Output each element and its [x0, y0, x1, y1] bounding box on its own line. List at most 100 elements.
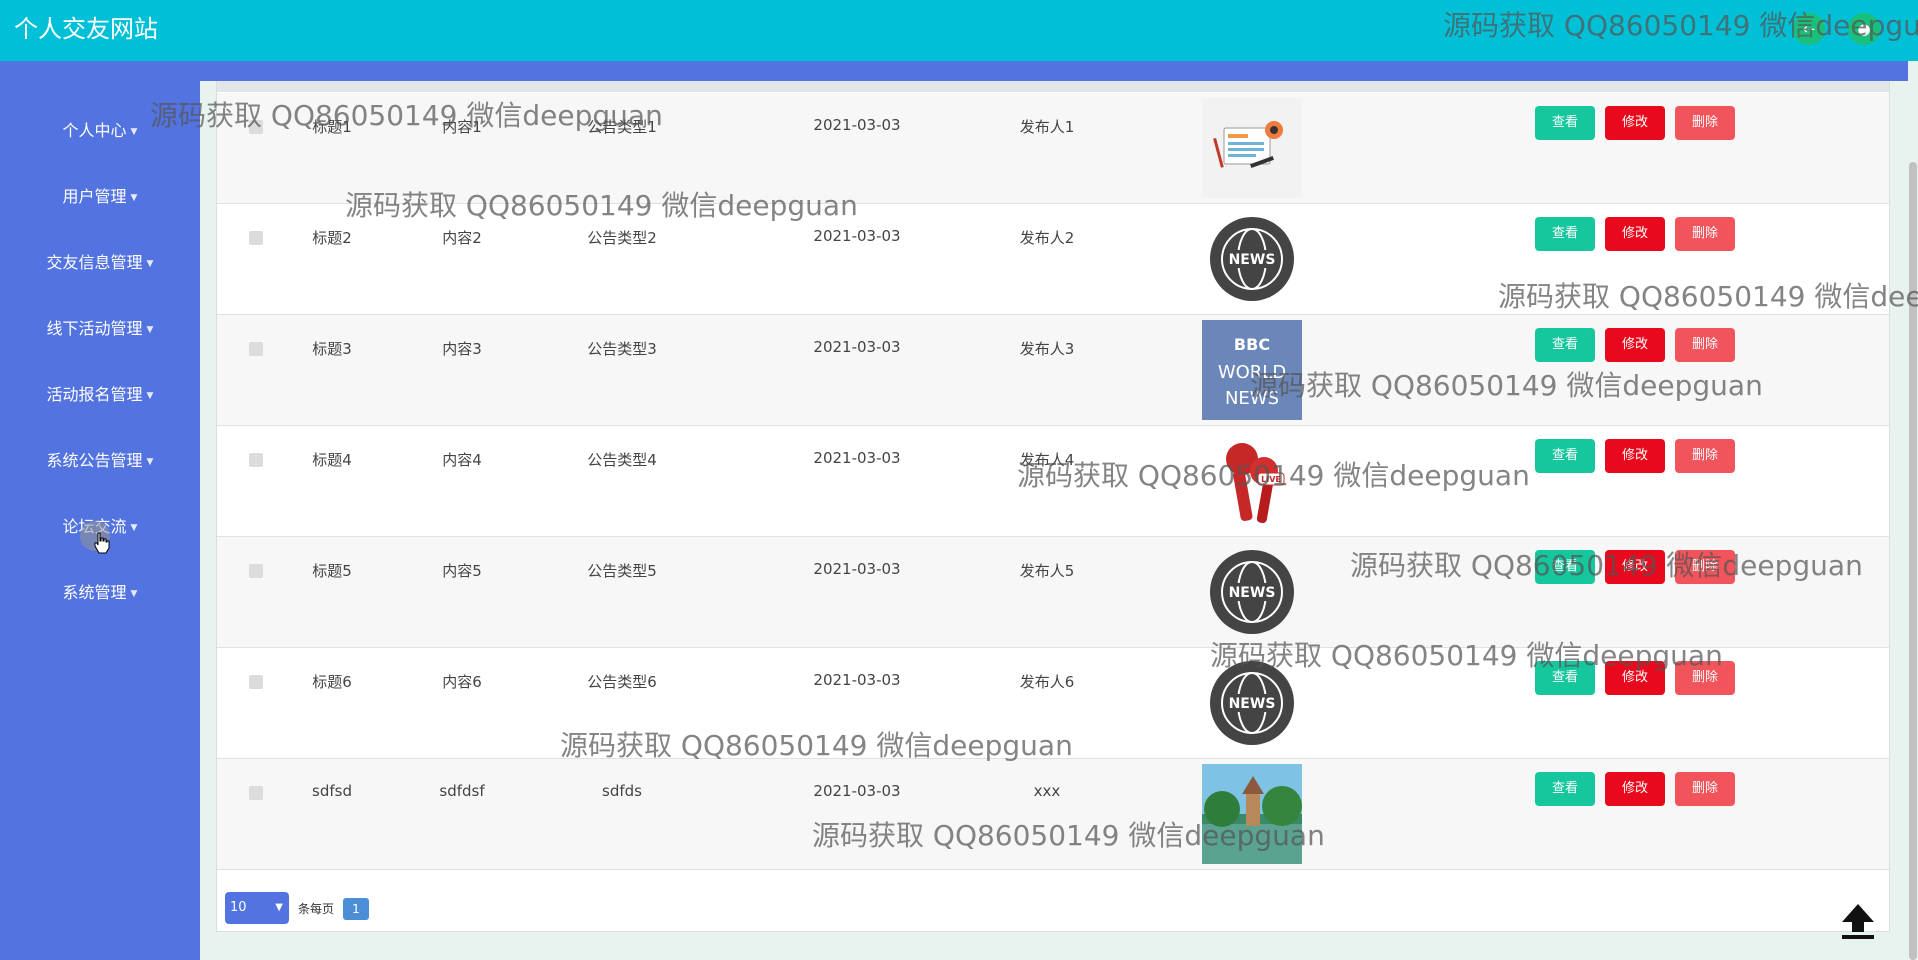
- row-checkbox[interactable]: [249, 120, 263, 134]
- back-icon[interactable]: ←: [1793, 13, 1825, 45]
- delete-button[interactable]: 删除: [1675, 217, 1735, 251]
- hand-cursor-icon: [94, 532, 110, 554]
- scrollbar-thumb[interactable]: [1909, 162, 1917, 960]
- scroll-to-top-icon[interactable]: [1840, 902, 1876, 940]
- sidebar-item-dating-info[interactable]: 交友信息管理 ▼: [0, 248, 200, 278]
- cell-publisher: 发布人3: [1019, 340, 1075, 358]
- row-checkbox[interactable]: [249, 453, 263, 467]
- cell-publisher: 发布人6: [1019, 673, 1075, 691]
- chevron-down-icon: ▼: [146, 324, 154, 335]
- chevron-down-icon: ▼: [146, 258, 154, 269]
- sidebar-item-announcements[interactable]: 系统公告管理 ▼: [0, 446, 200, 476]
- thumb-text: NEWS: [1225, 388, 1279, 409]
- sidebar-item-user-management[interactable]: 用户管理 ▼: [0, 182, 200, 212]
- thumb-text: NEWS: [1229, 585, 1276, 601]
- delete-button[interactable]: 删除: [1675, 550, 1735, 584]
- cell-date: 2021-03-03: [813, 560, 901, 578]
- view-button[interactable]: 查看: [1535, 106, 1595, 140]
- table-header: [217, 81, 1889, 92]
- cell-content: 内容3: [442, 340, 482, 358]
- cell-publisher: 发布人2: [1019, 229, 1075, 247]
- cell-content: 内容2: [442, 229, 482, 247]
- edit-button[interactable]: 修改: [1605, 550, 1665, 584]
- sidebar-item-label: 交友信息管理: [46, 253, 143, 272]
- cell-content: 内容1: [442, 118, 482, 136]
- thumbnail-image: BBC WORLD NEWS: [1202, 320, 1302, 420]
- row-checkbox[interactable]: [249, 675, 263, 689]
- cell-type: 公告类型3: [587, 340, 657, 358]
- header-strip: [200, 61, 1908, 81]
- cell-title: 标题4: [312, 451, 352, 469]
- cell-date: 2021-03-03: [813, 338, 901, 356]
- view-button[interactable]: 查看: [1535, 217, 1595, 251]
- delete-button[interactable]: 删除: [1675, 772, 1735, 806]
- view-button[interactable]: 查看: [1535, 550, 1595, 584]
- thumb-text: WORLD: [1218, 362, 1286, 383]
- page-size-select[interactable]: 10 ▼: [225, 892, 289, 924]
- sidebar-item-activity-registration[interactable]: 活动报名管理 ▼: [0, 380, 200, 410]
- cell-title: 标题1: [312, 118, 352, 136]
- sidebar-item-label: 用户管理: [62, 187, 127, 206]
- view-button[interactable]: 查看: [1535, 661, 1595, 695]
- cell-publisher: xxx: [1033, 782, 1061, 800]
- cell-publisher: 发布人1: [1019, 118, 1075, 136]
- cell-type: sdfds: [602, 782, 642, 800]
- cell-type: 公告类型5: [587, 562, 657, 580]
- row-checkbox[interactable]: [249, 564, 263, 578]
- cell-title: 标题6: [312, 673, 352, 691]
- cell-type: 公告类型6: [587, 673, 657, 691]
- delete-button[interactable]: 删除: [1675, 106, 1735, 140]
- main-content: 标题1 内容1 公告类型1 2021-03-03 发布人1 查看 修改 删除 标题2 内容2 公告类…: [200, 61, 1908, 960]
- chevron-down-icon: ▼: [275, 902, 283, 913]
- thumb-text: NEWS: [1229, 252, 1276, 268]
- table-row: sdfsd sdfdsf sdfds 2021-03-03 xxx 查看 修改 删除: [217, 759, 1889, 870]
- table-row: 标题5 内容5 公告类型5 2021-03-03 发布人5 NEWS 查看 修改 删除: [217, 537, 1889, 648]
- cell-date: 2021-03-03: [813, 782, 901, 800]
- thumb-text: BBC: [1234, 335, 1270, 354]
- row-checkbox[interactable]: [249, 786, 263, 800]
- top-bar: 个人交友网站 ← ●: [0, 0, 1918, 61]
- cell-type: 公告类型2: [587, 229, 657, 247]
- thumbnail-image: NEWS: [1202, 542, 1302, 642]
- view-button[interactable]: 查看: [1535, 439, 1595, 473]
- chevron-down-icon: ▼: [130, 522, 138, 533]
- app-title: 个人交友网站: [14, 15, 158, 43]
- thumbnail-image: [1202, 98, 1302, 198]
- sidebar-item-offline-activities[interactable]: 线下活动管理 ▼: [0, 314, 200, 344]
- cell-content: 内容5: [442, 562, 482, 580]
- page-button[interactable]: 1: [343, 898, 369, 920]
- edit-button[interactable]: 修改: [1605, 106, 1665, 140]
- edit-button[interactable]: 修改: [1605, 328, 1665, 362]
- sidebar-item-label: 个人中心: [62, 121, 127, 140]
- delete-button[interactable]: 删除: [1675, 661, 1735, 695]
- row-checkbox[interactable]: [249, 342, 263, 356]
- delete-button[interactable]: 删除: [1675, 439, 1735, 473]
- table-row: 标题3 内容3 公告类型3 2021-03-03 发布人3 BBC WORLD NEWS 查看修…: [217, 315, 1889, 426]
- sidebar-item-personal-center[interactable]: 个人中心 ▼: [0, 116, 200, 146]
- chevron-down-icon: ▼: [146, 390, 154, 401]
- table-row: 标题2 内容2 公告类型2 2021-03-03 发布人2 NEWS 查看 修改 删除: [217, 204, 1889, 315]
- edit-button[interactable]: 修改: [1605, 217, 1665, 251]
- chevron-down-icon: ▼: [130, 192, 138, 203]
- cell-type: 公告类型1: [587, 118, 657, 136]
- thumb-text: NEWS: [1229, 696, 1276, 712]
- thumbnail-image: NEWS: [1202, 653, 1302, 753]
- edit-button[interactable]: 修改: [1605, 439, 1665, 473]
- row-checkbox[interactable]: [249, 231, 263, 245]
- edit-button[interactable]: 修改: [1605, 661, 1665, 695]
- cell-date: 2021-03-03: [813, 116, 901, 134]
- cell-date: 2021-03-03: [813, 449, 901, 467]
- view-button[interactable]: 查看: [1535, 328, 1595, 362]
- thumb-text: LIVE: [1261, 475, 1281, 484]
- view-button[interactable]: 查看: [1535, 772, 1595, 806]
- cell-title: 标题3: [312, 340, 352, 358]
- sidebar-item-system-management[interactable]: 系统管理 ▼: [0, 578, 200, 608]
- edit-button[interactable]: 修改: [1605, 772, 1665, 806]
- cell-date: 2021-03-03: [813, 671, 901, 689]
- user-icon[interactable]: ●: [1848, 13, 1880, 45]
- sidebar-item-label: 系统管理: [62, 583, 127, 602]
- sidebar-item-label: 活动报名管理: [46, 385, 143, 404]
- thumbnail-image: [1202, 764, 1302, 864]
- delete-button[interactable]: 删除: [1675, 328, 1735, 362]
- cell-type: 公告类型4: [587, 451, 657, 469]
